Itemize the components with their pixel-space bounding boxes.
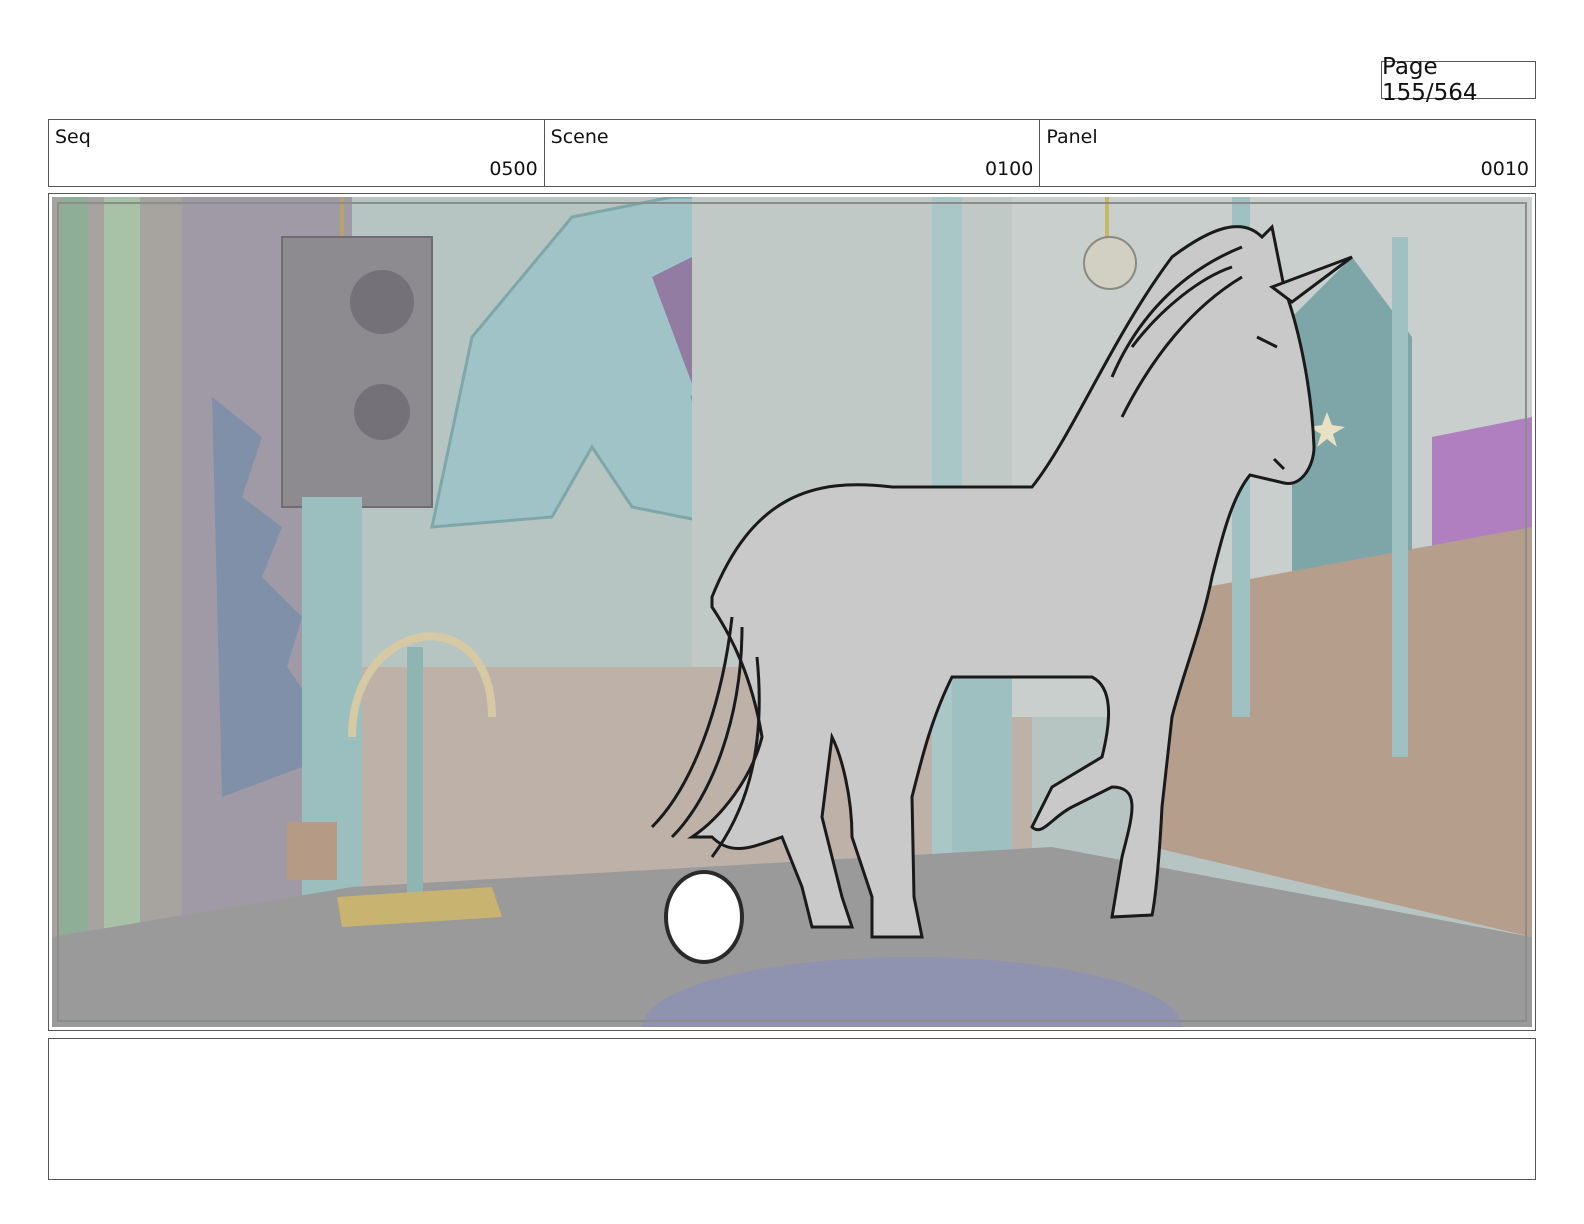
page-number: Page 155/564 xyxy=(1381,54,1536,106)
panel-header-table: Seq 0500 Scene 0100 Panel 0010 xyxy=(48,119,1536,187)
scene-label: Scene xyxy=(550,126,609,148)
scene-cell: Scene 0100 xyxy=(545,120,1041,186)
panel-cell: Panel 0010 xyxy=(1040,120,1535,186)
seq-label: Seq xyxy=(55,126,91,148)
seq-cell: Seq 0500 xyxy=(49,120,545,186)
storyboard-frame xyxy=(48,193,1536,1031)
storyboard-image xyxy=(52,197,1532,1027)
panel-label: Panel xyxy=(1046,126,1098,148)
panel-value: 0010 xyxy=(1480,158,1530,180)
seq-value: 0500 xyxy=(489,158,538,180)
scene-value: 0100 xyxy=(984,158,1034,180)
notes-box xyxy=(48,1038,1536,1180)
